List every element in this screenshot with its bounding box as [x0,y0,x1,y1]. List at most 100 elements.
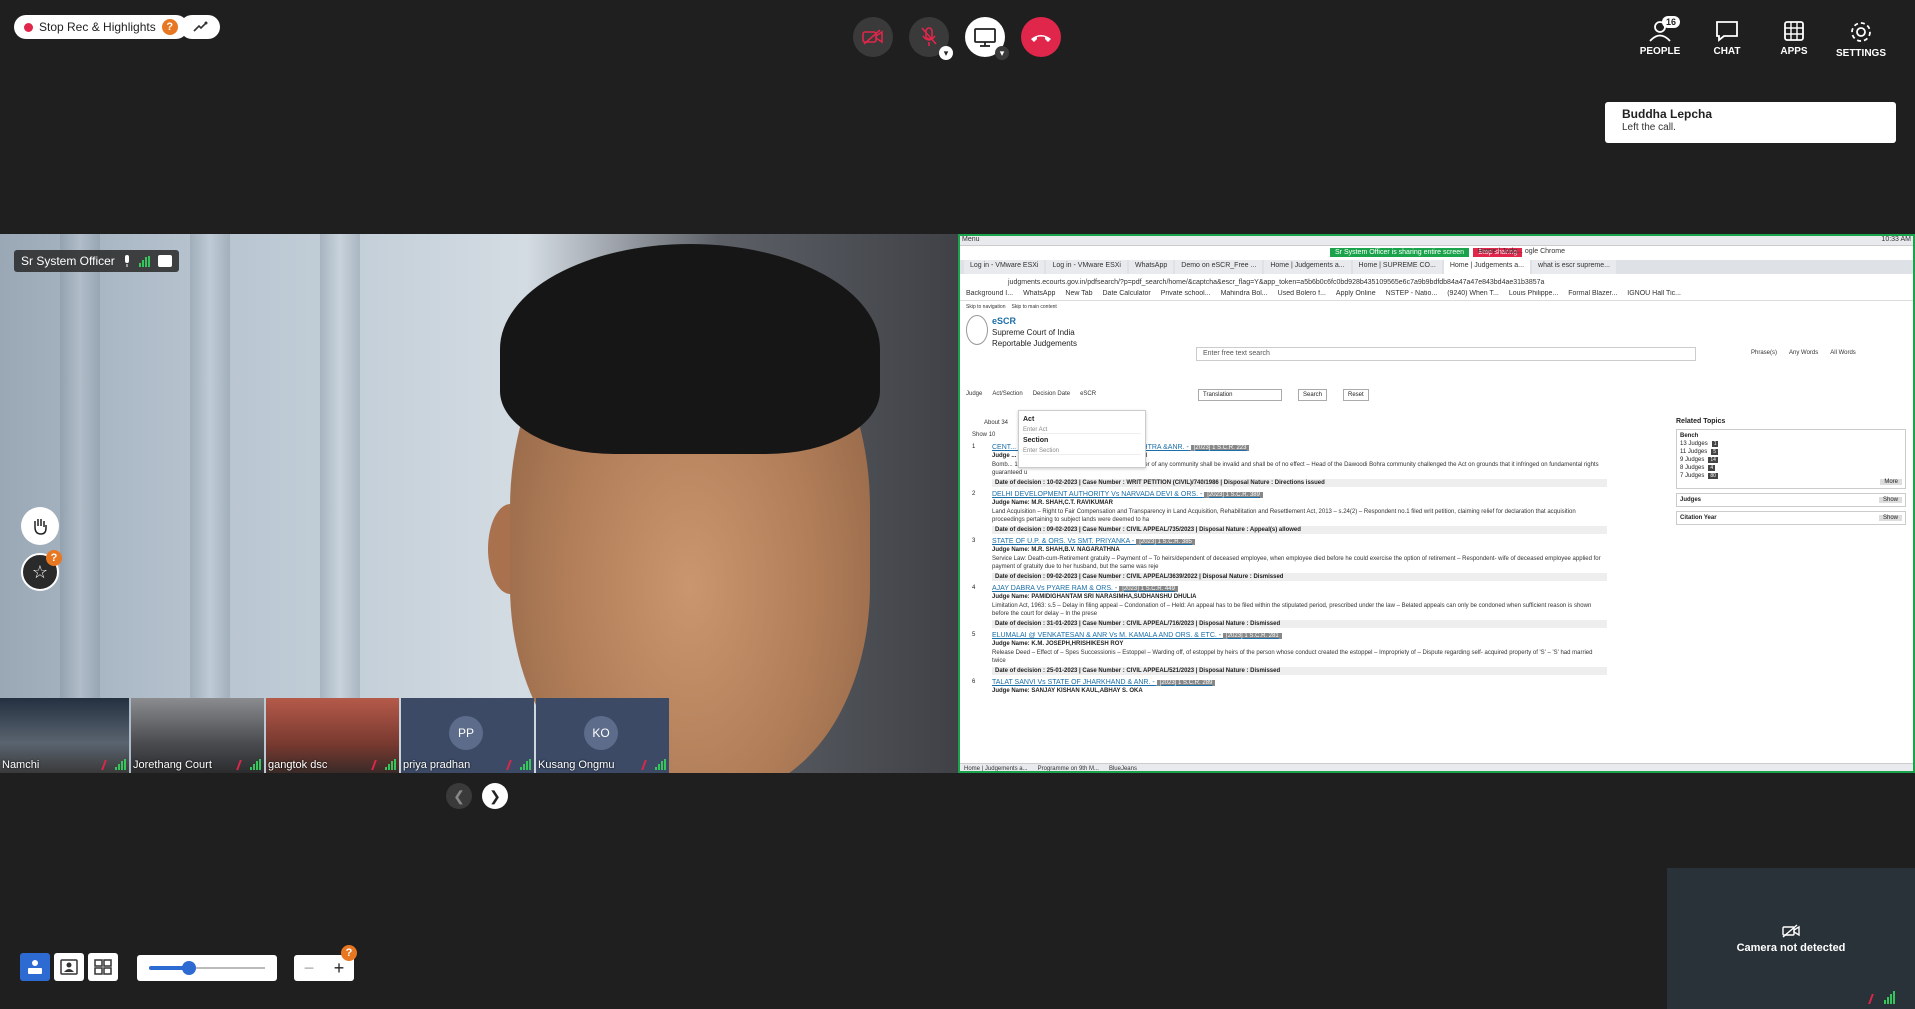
zoom-help-badge[interactable]: ? [341,945,357,961]
result-item: 2 DELHI DEVELOPMENT AUTHORITY Vs NARVADA … [972,491,1607,534]
slider-knob[interactable] [181,960,197,976]
record-help-badge[interactable]: ? [161,19,178,35]
bench-more: More [1880,479,1902,485]
bench-label: 9 Judges [1680,457,1705,463]
chevron-down-icon[interactable]: ▾ [939,46,953,60]
remote-window-title: Home | Judg... ogle Chrome [1477,248,1565,255]
speaker-name-tag: Sr System Officer [14,250,179,272]
signal-strength-icon [115,759,126,770]
layout-speaker-button[interactable] [54,953,84,981]
tile-size-slider[interactable] [137,955,277,981]
result-citation: [2023] 1 S.C.R. 281 [1223,633,1282,639]
radio-any: Any Words [1789,350,1819,356]
thumbnail-gangtok-dsc[interactable]: gangtok dsc [266,698,399,773]
chat-icon [1716,21,1738,42]
thumbnail-kusang-ongmu[interactable]: KO Kusang Ongmu [536,698,669,773]
judges-box: Judges Show [1676,493,1906,507]
stop-recording-button[interactable]: Stop Rec & Highlights ? [14,15,188,39]
bench-count: 5 [1711,449,1719,455]
result-summary: Service Law: Death-cum-Retirement gratui… [992,556,1601,570]
result-number: 5 [972,632,976,638]
people-button[interactable]: 16 PEOPLE [1630,16,1690,57]
remote-statusbar: Home | Judgements a... Programme on 9th M… [958,763,1915,773]
related-title: Related Topics [1676,418,1726,425]
result-number: 3 [972,538,976,544]
result-citation: [2023] 1 S.C.R. 223 [1190,445,1250,451]
result-item: 3 STATE OF U.P. & ORS. Vs SMT. PRIYANKA -… [972,538,1607,581]
filter-act: Act/Section [992,391,1023,397]
bookmark-item: Background I... [966,290,1014,297]
page-size: Show 10 [972,432,996,438]
bench-count: 4 [1708,465,1716,471]
bench-title: Bench [1680,433,1699,439]
share-notice: Sr System Officer is sharing entire scre… [1330,248,1470,257]
thumbnail-namchi[interactable]: Namchi [0,698,129,773]
star-reaction-button[interactable]: ☆ ? [21,550,62,591]
record-label: Stop Rec & Highlights [39,20,156,34]
skip-navigation-link: Skip to navigation [966,304,1006,310]
zoom-in-button[interactable]: + [334,958,345,979]
result-number: 6 [972,679,976,685]
zoom-out-button[interactable]: − [304,958,315,979]
layout-switcher [20,953,118,981]
browser-tabs: Log in - VMware ESXi Log in - VMware ESXi… [958,260,1915,274]
signal-strength-icon [655,759,666,770]
result-judges: Judge Name: SANJAY KISHAN KAUL,ABHAY S. … [992,688,1143,694]
thumbnails-next-button[interactable]: ❯ [482,783,508,809]
hang-up-button[interactable] [1021,17,1061,57]
address-bar: judgments.ecourts.gov.in/pdfsearch/?p=pd… [1008,278,1545,286]
layout-gallery-button[interactable] [88,953,118,981]
bench-count: 80 [1708,473,1718,479]
filter-date: Decision Date [1032,391,1071,397]
raise-hand-button[interactable] [21,507,59,545]
bookmark-item: New Tab [1065,290,1093,297]
mic-off-icon [921,27,937,46]
result-title: AJAY DABRA Vs PYARE RAM & ORS. - [992,585,1118,592]
result-count: About 34 [984,420,1009,426]
thumbnails-prev-button[interactable]: ❮ [446,783,472,809]
result-judges: Judge Name: K.M. JOSEPH,HRISHIKESH ROY [992,641,1124,647]
emblem-logo [966,315,988,345]
pin-button[interactable] [180,15,220,39]
result-title: DELHI DEVELOPMENT AUTHORITY Vs NARVADA D… [992,491,1203,498]
mic-toggle-button[interactable]: ▾ [909,17,953,60]
status-item: Home | Judgements a... [964,765,1028,772]
filter-bar: Judge Act/Section Decision Date eSCR [966,391,1096,397]
chat-button[interactable]: CHAT [1697,20,1757,57]
gallery-layout-icon [94,959,112,975]
thumbnail-priya-pradhan[interactable]: PP priya pradhan [401,698,534,773]
apps-button[interactable]: APPS [1764,20,1824,57]
related-topics: Related Topics Bench 13 Judges 1 11 Judges… [1676,418,1906,529]
chevron-down-icon[interactable]: ▾ [995,46,1009,60]
screen-share-button[interactable]: ▾ [965,17,1009,60]
mic-muted-icon [641,760,653,770]
settings-label: SETTINGS [1835,48,1886,59]
layout-people-button[interactable] [20,953,50,981]
dropdown-act-input: Enter Act [1023,427,1141,434]
signal-strength-icon [520,759,531,770]
avatar: KO [584,716,618,750]
thumbnail-name: priya pradhan [403,759,471,771]
browser-tab: Home | Judgements a... [1443,260,1531,274]
people-label: PEOPLE [1639,46,1681,57]
bookmark-item: Louis Philippe... [1508,290,1559,297]
camera-toggle-button[interactable] [853,17,893,57]
settings-button[interactable]: SETTINGS [1831,20,1891,59]
bench-row: 8 Judges 4 [1680,465,1902,471]
dropdown-act-label: Act [1023,416,1035,423]
thumbnail-jorethang-court[interactable]: Jorethang Court [131,698,264,773]
record-dot-icon [24,22,33,32]
result-item: 6 TALAT SANVI Vs STATE OF JHARKHAND & ANR… [972,679,1607,694]
bench-count: 14 [1708,457,1718,463]
more-options-icon[interactable] [157,255,172,267]
citation-title: Citation Year [1680,515,1717,521]
toast-message: Left the call. [1622,122,1676,133]
apps-label: APPS [1780,46,1808,57]
thumbnail-name: Jorethang Court [133,759,212,771]
bookmark-item: IGNOU Hall Tic... [1627,290,1681,297]
signal-strength-icon [250,759,261,770]
mic-muted-icon [506,760,518,770]
result-meta: Date of decision : 09-02-2023 | Case Num… [992,526,1607,534]
search-results: 1CENT... / & ANR. Vs THE STATE OF MAHARA… [972,444,1607,698]
result-citation: [2023] 1 S.C.R. 389 [1204,492,1263,498]
